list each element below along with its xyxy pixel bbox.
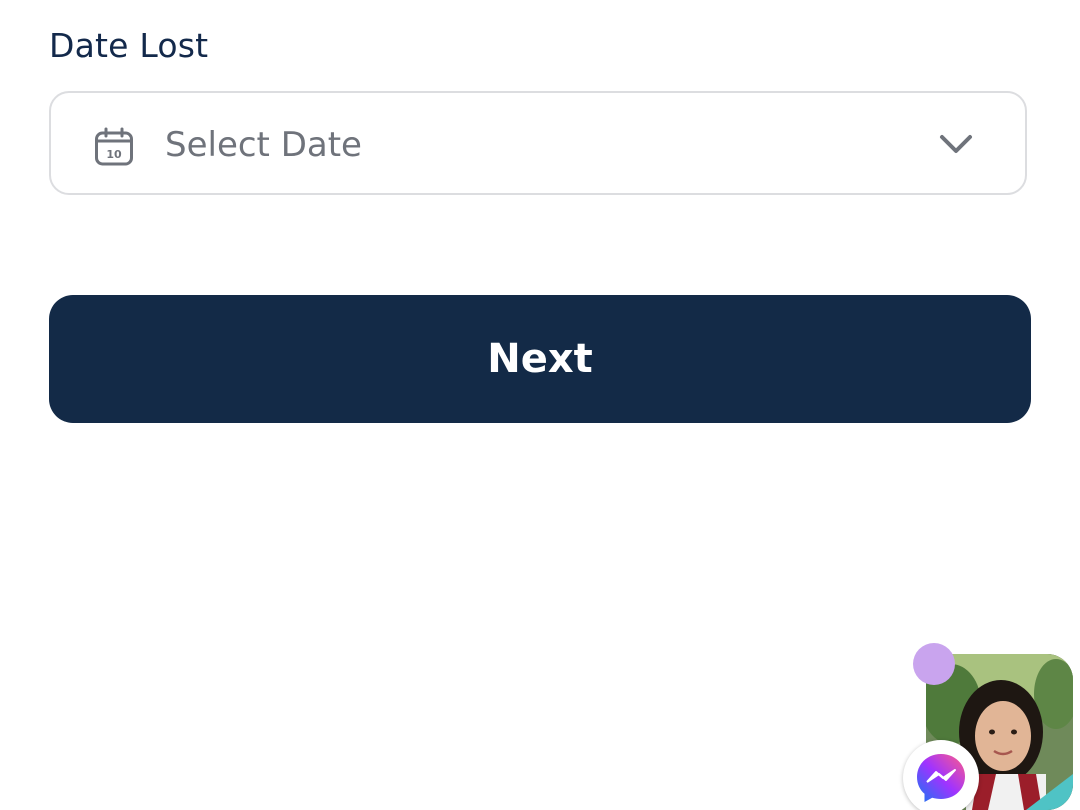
date-placeholder: Select Date [165,125,362,165]
date-select-field[interactable]: 10 Select Date [49,91,1027,195]
calendar-day-number: 10 [106,148,122,161]
calendar-icon: 10 [94,127,134,167]
notification-dot [913,643,955,685]
page: Date Lost 10 Select Date Next [0,0,1080,810]
chevron-down-icon [939,133,973,155]
date-lost-label: Date Lost [49,26,209,65]
messenger-icon [917,754,965,802]
messenger-badge [903,740,979,810]
next-button[interactable]: Next [49,295,1031,423]
